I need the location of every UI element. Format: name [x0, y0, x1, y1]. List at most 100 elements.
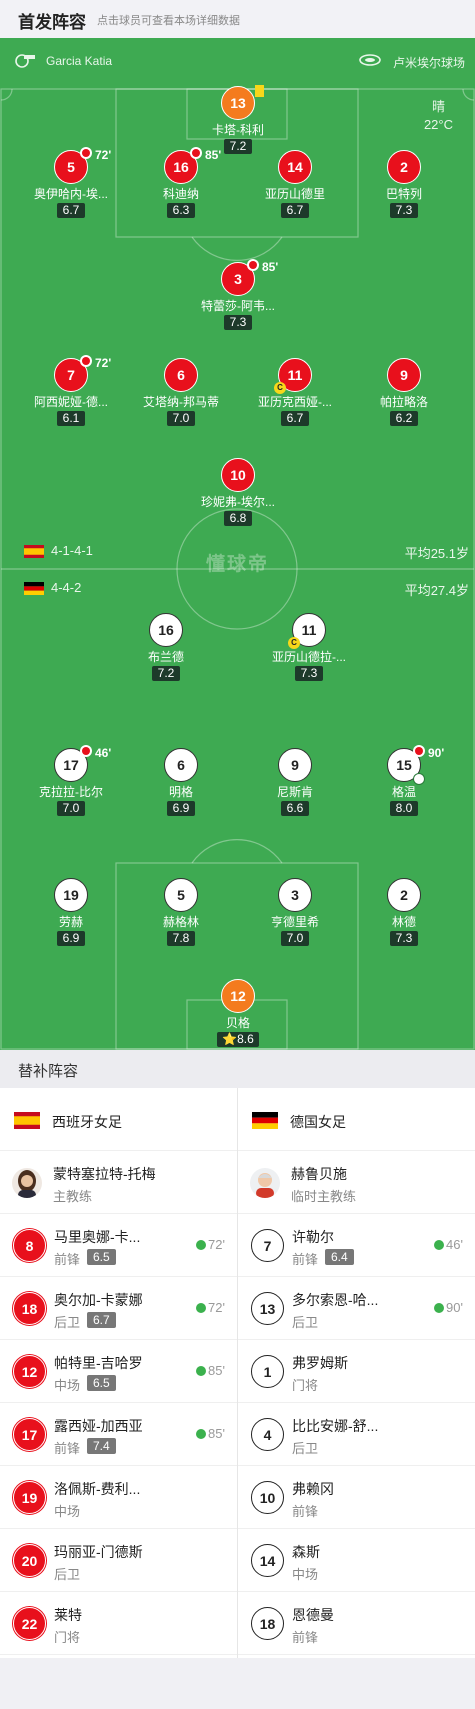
player-name: 林德 — [391, 915, 416, 929]
referee-name: Garcia Katia — [46, 54, 113, 68]
goal-ball-icon — [413, 773, 425, 785]
sub-out-icon — [80, 745, 92, 757]
sub-player-row[interactable]: 22 莱特 门将 — [0, 1592, 237, 1655]
player-rating: 7.0 — [166, 411, 196, 426]
lineup-hint: 点击球员可查看本场详细数据 — [97, 15, 240, 27]
player-rating: 6.1 — [56, 411, 86, 426]
player-marker[interactable]: 9 尼斯肯 6.6 — [243, 748, 347, 817]
sub-name: 玛丽亚-门德斯 — [54, 1544, 143, 1560]
sub-player-row[interactable]: 20 玛丽亚-门德斯 后卫 — [0, 1529, 237, 1592]
subs-header: 替补阵容 — [0, 1050, 475, 1088]
sub-rating: 6.7 — [87, 1312, 116, 1328]
player-marker[interactable]: 16 布兰德 7.2 — [114, 613, 218, 682]
away-formation: 4-4-2 — [51, 580, 82, 595]
player-marker[interactable]: 9 帕拉略洛 6.2 — [352, 358, 456, 427]
player-marker[interactable]: 15 90' 格温 8.0 — [352, 745, 456, 817]
player-marker[interactable]: 19 劳赫 6.9 — [19, 878, 123, 947]
player-rating: 6.6 — [280, 801, 310, 816]
player-marker[interactable]: 3 亨德里希 7.0 — [243, 878, 347, 947]
player-name: 尼斯肯 — [276, 785, 313, 799]
coach-name: 蒙特塞拉特-托梅 — [53, 1166, 156, 1182]
player-name: 巴特列 — [385, 187, 422, 201]
home-formation-row: 4-1-4-1 平均25.1岁 — [24, 543, 469, 561]
player-rating: 7.3 — [389, 931, 419, 946]
sub-player-row[interactable]: 18 恩德曼 前锋 — [238, 1592, 475, 1655]
player-rating: 6.7 — [56, 203, 86, 218]
player-rating: 6.9 — [56, 931, 86, 946]
sub-number: 12 — [13, 1355, 46, 1388]
player-name: 明格 — [168, 785, 193, 799]
best-player-rating: ⭐8.6 — [217, 1032, 259, 1047]
player-marker[interactable]: 14 亚历山德里 6.7 — [243, 150, 347, 219]
sub-in-minute: 72' — [196, 1237, 225, 1252]
sub-position: 后卫 — [54, 1315, 81, 1330]
whistle-icon — [15, 54, 35, 68]
player-marker[interactable]: 5 72' 奥伊哈内-埃... 6.7 — [19, 147, 123, 219]
sub-position: 后卫 — [292, 1441, 319, 1456]
sub-player-row[interactable]: 10 弗赖冈 前锋 — [238, 1466, 475, 1529]
sub-number: 4 — [251, 1418, 284, 1451]
player-number: 9 — [278, 748, 312, 782]
player-marker[interactable]: 11 C 亚历山德拉-... 7.3 — [257, 613, 361, 682]
player-marker[interactable]: 13 卡塔-科利 7.2 — [186, 85, 290, 155]
sub-in-icon — [434, 1303, 445, 1313]
pitch: Garcia Katia 卢米埃尔球场 晴 22°C 懂球帝 4-1-4-1 平… — [0, 38, 475, 1050]
player-rating: 6.3 — [166, 203, 196, 218]
sub-in-icon — [196, 1366, 207, 1376]
sub-player-row[interactable]: 4 比比安娜-舒... 后卫 — [238, 1403, 475, 1466]
player-rating: 7.3 — [223, 315, 253, 330]
sub-rating: 6.4 — [325, 1249, 354, 1265]
player-marker[interactable]: 2 巴特列 7.3 — [352, 150, 456, 219]
player-rating: 6.7 — [280, 203, 310, 218]
player-marker[interactable]: 3 85' 特蕾莎-阿韦... 7.3 — [186, 259, 290, 331]
player-name: 艾塔纳-邦马蒂 — [143, 395, 219, 409]
player-name: 帕拉略洛 — [379, 395, 428, 409]
player-name: 卡塔-科利 — [212, 123, 264, 137]
player-marker[interactable]: 10 珍妮弗-埃尔... 6.8 — [186, 458, 290, 527]
sub-player-row[interactable]: 8 马里奥娜-卡... 前锋 6.5 72' — [0, 1214, 237, 1277]
sub-number: 22 — [13, 1607, 46, 1640]
sub-player-row[interactable]: 14 森斯 中场 — [238, 1529, 475, 1592]
player-rating: 7.0 — [280, 931, 310, 946]
sub-name: 比比安娜-舒... — [292, 1418, 379, 1434]
player-marker[interactable]: 17 46' 克拉拉-比尔 7.0 — [19, 745, 123, 817]
sub-position: 后卫 — [292, 1315, 319, 1330]
player-marker[interactable]: 6 明格 6.9 — [129, 748, 233, 817]
sub-name: 弗罗姆斯 — [292, 1355, 348, 1371]
player-number: 3 — [278, 878, 312, 912]
coach-avatar — [250, 1168, 280, 1198]
sub-position: 后卫 — [54, 1567, 81, 1582]
player-name: 科迪纳 — [162, 187, 199, 201]
sub-name: 奥尔加-卡蒙娜 — [54, 1292, 143, 1308]
sub-player-row[interactable]: 18 奥尔加-卡蒙娜 后卫 6.7 72' — [0, 1277, 237, 1340]
sub-number: 13 — [251, 1292, 284, 1325]
player-marker[interactable]: 11 C 亚历克西娅-... 6.7 — [243, 358, 347, 427]
sub-player-row[interactable]: 1 弗罗姆斯 门将 — [238, 1340, 475, 1403]
home-formation: 4-1-4-1 — [51, 543, 93, 558]
sub-rating: 6.5 — [87, 1249, 116, 1265]
player-number: 12 — [221, 979, 255, 1013]
sub-position: 门将 — [54, 1630, 81, 1645]
sub-name: 莱特 — [54, 1607, 82, 1623]
away-coach-row[interactable]: 赫鲁贝施 临时主教练 — [238, 1151, 475, 1214]
yellow-card-icon — [255, 85, 264, 97]
player-number: 2 — [387, 150, 421, 184]
sub-player-row[interactable]: 19 洛佩斯-费利... 中场 — [0, 1466, 237, 1529]
player-marker[interactable]: 12 贝格 ⭐8.6 — [186, 979, 290, 1048]
player-marker[interactable]: 16 85' 科迪纳 6.3 — [129, 147, 233, 219]
player-marker[interactable]: 7 72' 阿西妮娅-德... 6.1 — [19, 355, 123, 427]
sub-player-row[interactable]: 13 多尔索恩-哈... 后卫 90' — [238, 1277, 475, 1340]
venue-name: 卢米埃尔球场 — [392, 56, 465, 70]
subs-title: 替补阵容 — [18, 1063, 79, 1080]
player-marker[interactable]: 2 林德 7.3 — [352, 878, 456, 947]
player-marker[interactable]: 5 赫格林 7.8 — [129, 878, 233, 947]
sub-player-row[interactable]: 12 帕特里-吉哈罗 中场 6.5 85' — [0, 1340, 237, 1403]
sub-out-icon — [80, 355, 92, 367]
sub-minute: 72' — [95, 356, 112, 370]
player-marker[interactable]: 6 艾塔纳-邦马蒂 7.0 — [129, 358, 233, 427]
stadium-icon — [359, 54, 381, 66]
home-coach-row[interactable]: 蒙特塞拉特-托梅 主教练 — [0, 1151, 237, 1214]
sub-player-row[interactable]: 7 许勒尔 前锋 6.4 46' — [238, 1214, 475, 1277]
sub-player-row[interactable]: 17 露西娅-加西亚 前锋 7.4 85' — [0, 1403, 237, 1466]
player-number: 9 — [387, 358, 421, 392]
